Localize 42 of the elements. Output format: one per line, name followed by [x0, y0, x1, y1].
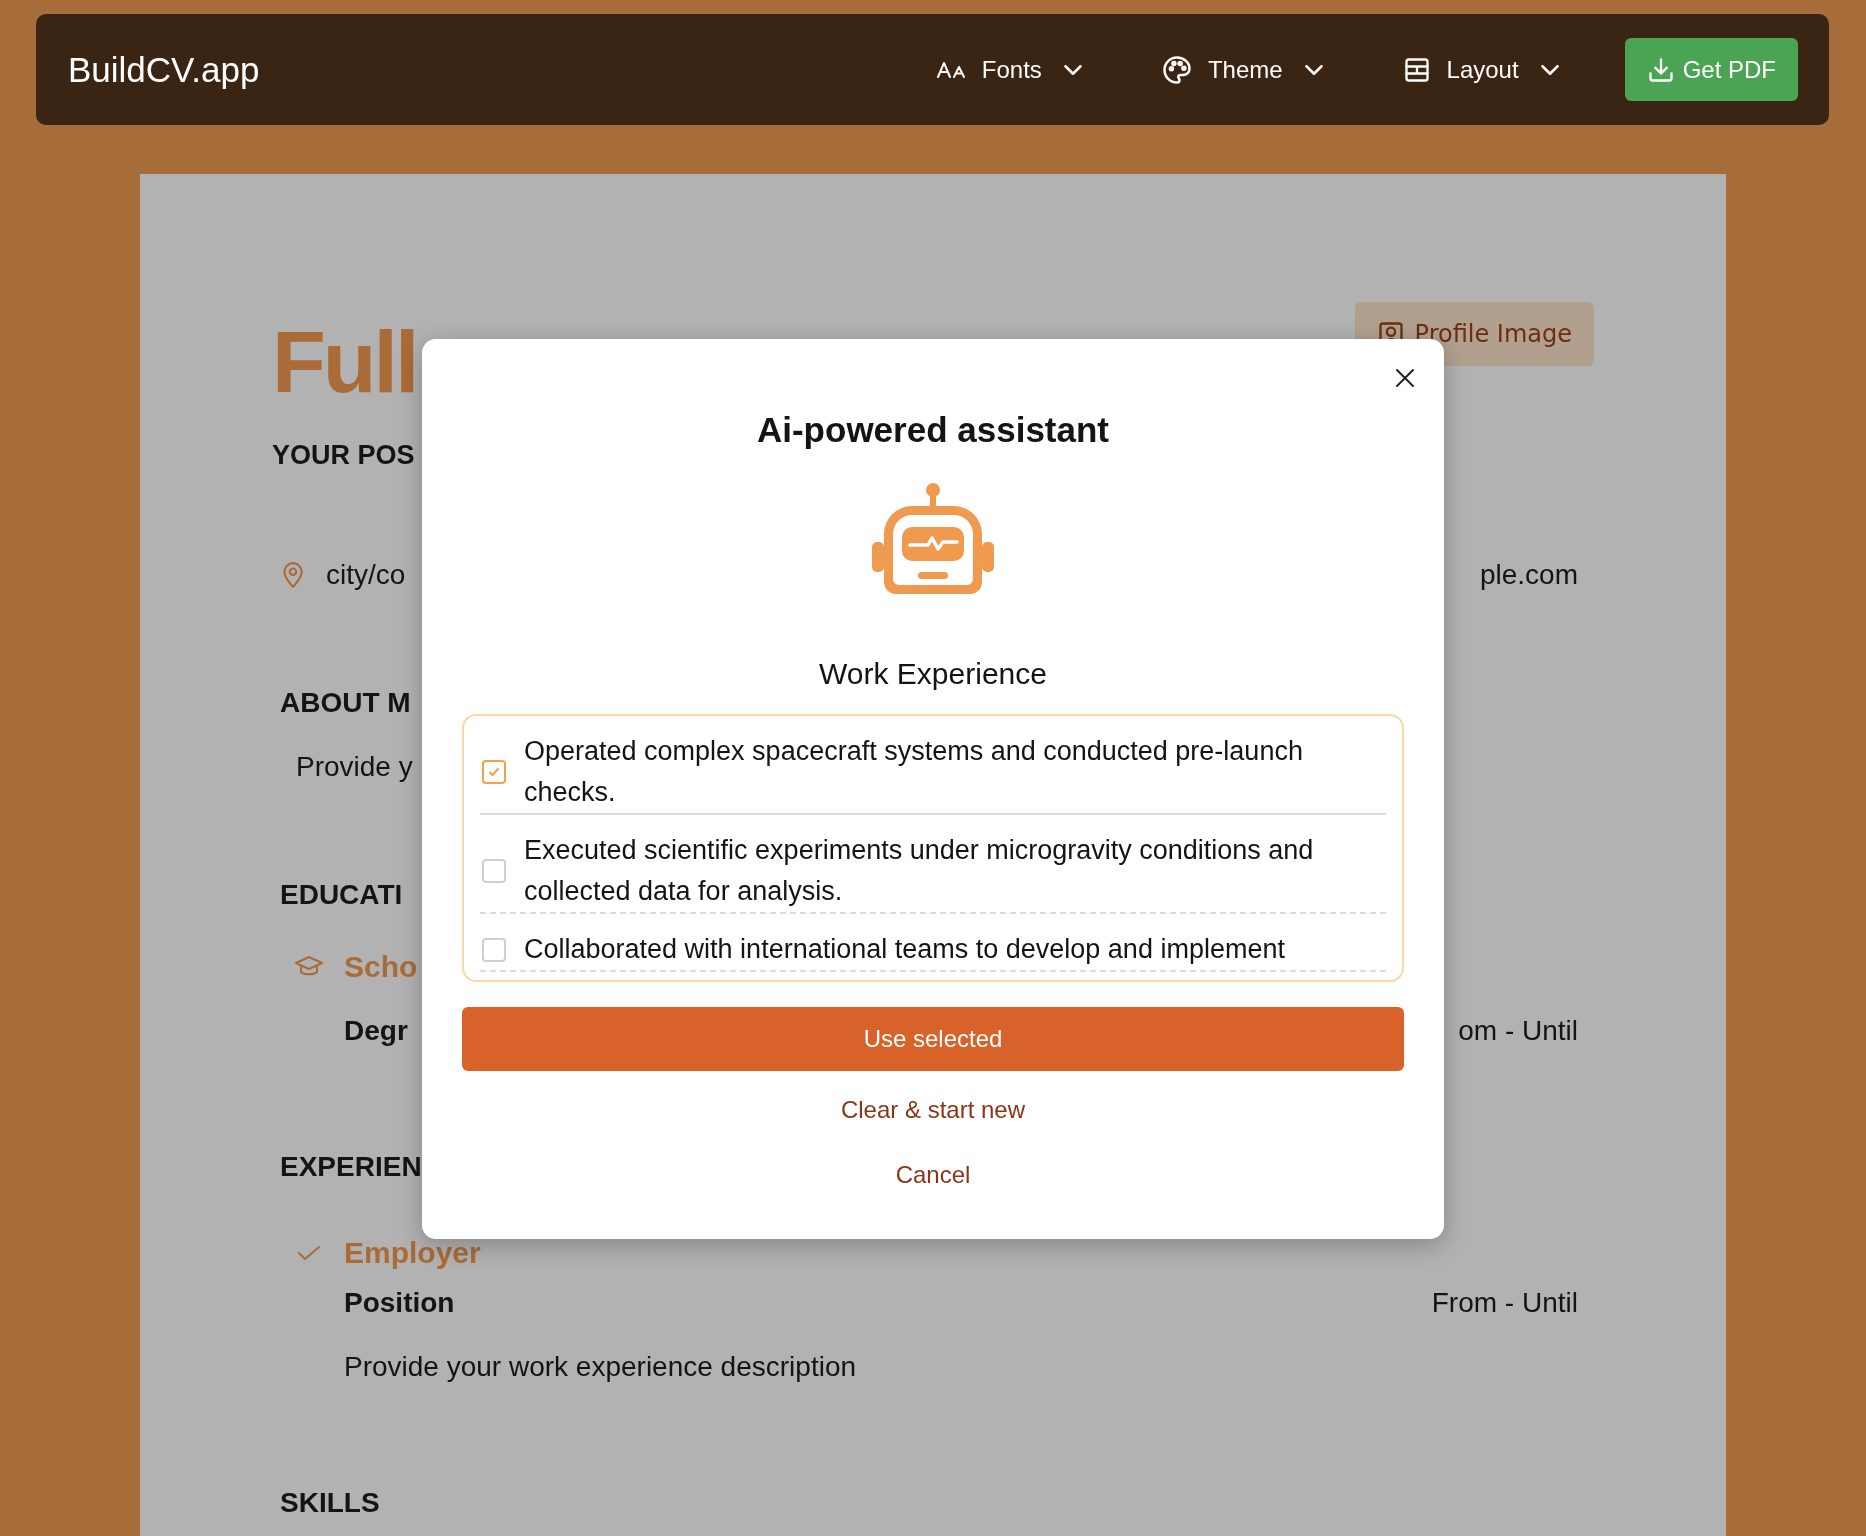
layout-menu[interactable]: Layout — [1402, 55, 1559, 84]
section-heading: ABOUT M — [279, 686, 411, 720]
location-text: city/co — [326, 558, 406, 592]
use-selected-button[interactable]: Use selected — [462, 1007, 1404, 1071]
font-icon — [935, 59, 966, 80]
dialog-title: Ai-powered assistant — [756, 409, 1109, 451]
degree-text: Degr — [344, 1014, 408, 1048]
suggestion-text: Collaborated with international teams to develop and implement — [524, 933, 1286, 966]
school-name: Scho — [344, 950, 418, 984]
chevron-down-icon — [1540, 64, 1559, 75]
checkbox[interactable] — [482, 859, 506, 883]
theme-menu[interactable]: Theme — [1161, 54, 1323, 85]
description-text: Provide your work experience description — [343, 1350, 858, 1384]
robot-icon — [872, 482, 994, 594]
section-heading: EXPERIEN — [279, 1150, 422, 1184]
full-name: Full — [272, 318, 417, 406]
fonts-menu[interactable]: Fonts — [935, 55, 1082, 84]
section-heading: SKILLS — [279, 1486, 380, 1520]
checkbox[interactable] — [482, 937, 506, 962]
checkmark-icon — [487, 765, 501, 779]
app-title: BuildCV.app — [68, 49, 260, 90]
chevron-down-icon — [1063, 64, 1082, 75]
email-text: ple.com — [1479, 558, 1578, 592]
section-title: Work Experience — [819, 656, 1047, 692]
chevron-down-icon — [1304, 64, 1323, 75]
position-title: YOUR POS — [272, 439, 416, 472]
position-text: Position — [344, 1286, 455, 1320]
section-heading: EDUCATI — [279, 878, 403, 912]
employer-name: Employer — [344, 1236, 481, 1270]
download-icon — [1646, 55, 1675, 84]
clear-link[interactable]: Clear & start new — [840, 1095, 1026, 1125]
location-pin-icon — [280, 561, 306, 589]
suggestion-text: Operated complex spacecraft systems and conducted pre-launch checks. — [524, 735, 1304, 809]
close-icon[interactable] — [1394, 367, 1416, 389]
date-range: From - Until — [1431, 1286, 1578, 1320]
cancel-link[interactable]: Cancel — [895, 1160, 971, 1190]
palette-icon — [1161, 54, 1192, 85]
suggestion-text: Executed scientific experiments under microgravity conditions and collected data for analysis. — [524, 834, 1315, 908]
checkbox[interactable] — [482, 760, 506, 784]
date-range: om - Until — [1458, 1014, 1578, 1048]
layout-icon — [1402, 55, 1431, 84]
about-text: Provide y — [296, 750, 413, 784]
